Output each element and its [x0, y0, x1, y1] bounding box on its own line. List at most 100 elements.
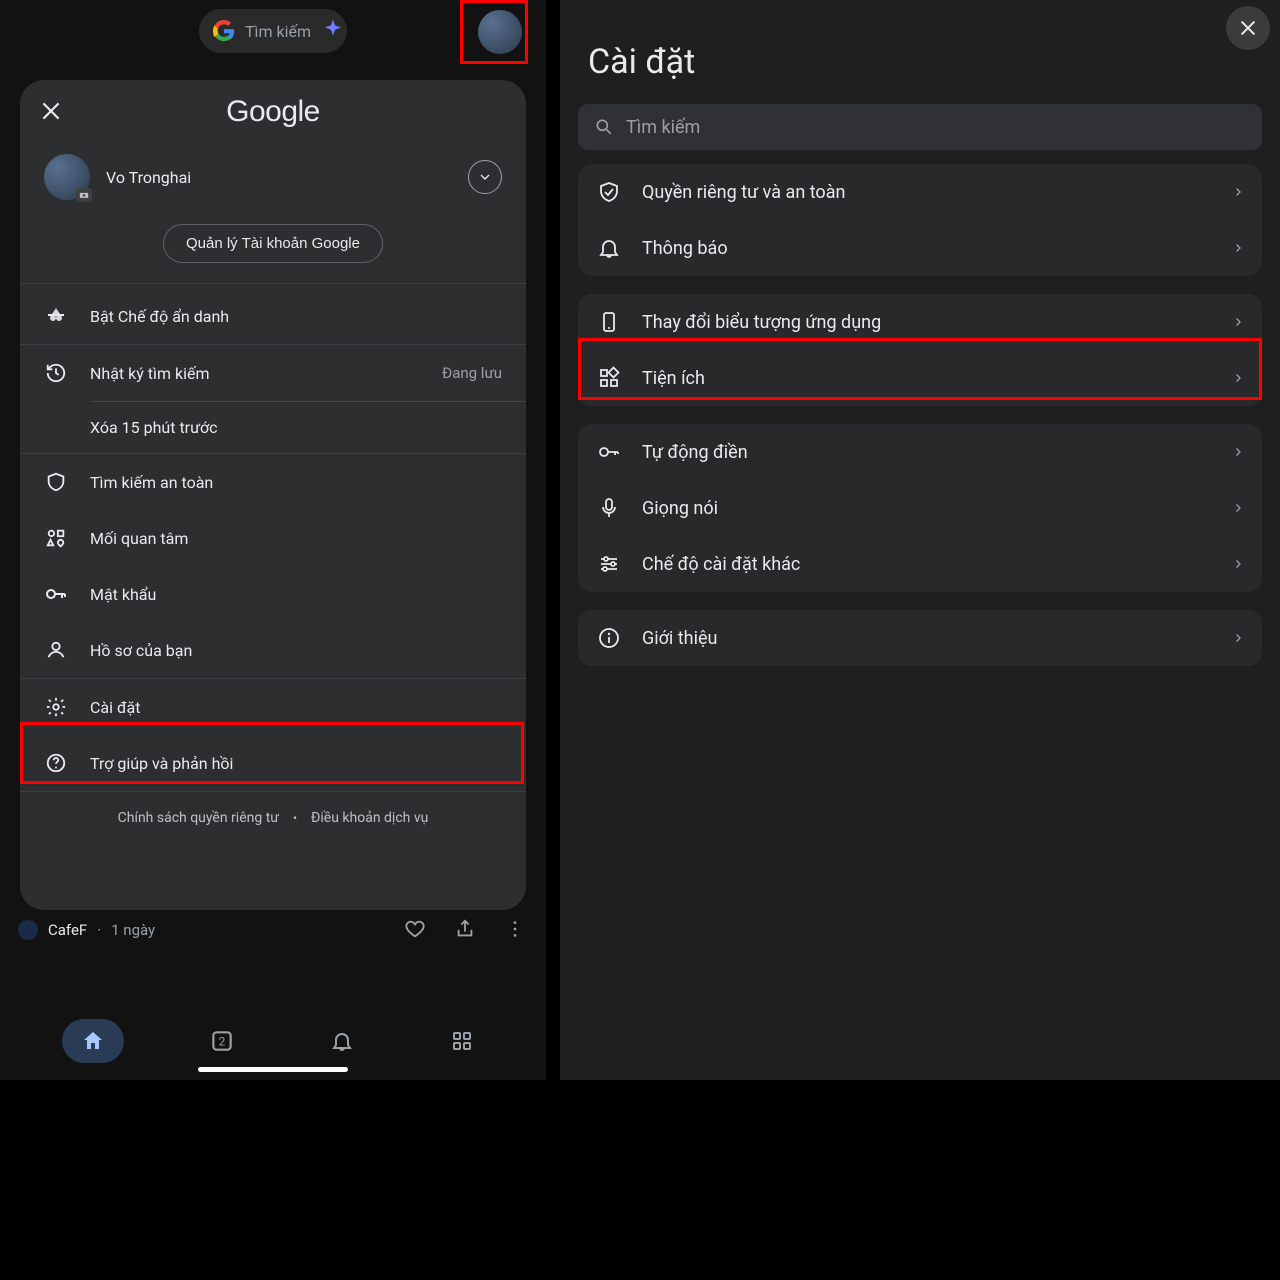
- menu-history-status: Đang lưu: [442, 364, 502, 382]
- item-privacy[interactable]: Quyền riêng tư và an toàn: [578, 164, 1262, 220]
- item-about-label: Giới thiệu: [642, 628, 1212, 649]
- home-indicator: [198, 1067, 348, 1072]
- menu-safesearch-label: Tìm kiếm an toàn: [90, 473, 502, 492]
- sheet-menu: Bật Chế độ ẩn danh Nhật ký tìm kiếm Đang…: [20, 284, 526, 850]
- bell-icon: [596, 236, 622, 260]
- item-notifications[interactable]: Thông báo: [578, 220, 1262, 276]
- settings-search[interactable]: Tìm kiếm: [578, 104, 1262, 150]
- more-icon[interactable]: [504, 918, 526, 940]
- menu-history[interactable]: Nhật ký tìm kiếm Đang lưu: [20, 345, 526, 401]
- item-voice-label: Giọng nói: [642, 498, 1212, 519]
- menu-interests[interactable]: Mối quan tâm: [20, 510, 526, 566]
- feed-actions: [404, 918, 526, 940]
- item-widgets[interactable]: Tiện ích: [578, 350, 1262, 406]
- feed-source[interactable]: CafeF: [48, 921, 87, 939]
- account-avatar: [44, 154, 90, 200]
- nav-menu[interactable]: [440, 1019, 484, 1063]
- chevron-right-icon: [1232, 239, 1244, 257]
- nav-home[interactable]: [62, 1019, 124, 1063]
- chevron-right-icon: [1232, 183, 1244, 201]
- sheet-footer: Chính sách quyền riêng tư • Điều khoản d…: [20, 792, 526, 846]
- separator-dot: •: [293, 811, 297, 825]
- nav-tabs[interactable]: 2: [200, 1019, 244, 1063]
- item-app-icon[interactable]: Thay đổi biểu tượng ứng dụng: [578, 294, 1262, 350]
- settings-header: Cài đặt: [560, 0, 1280, 94]
- chevron-right-icon: [1232, 499, 1244, 517]
- help-icon: [44, 751, 68, 775]
- sheet-header: Google: [20, 80, 526, 144]
- menu-incognito-label: Bật Chế độ ẩn danh: [90, 307, 502, 326]
- menu-profile-label: Hồ sơ của bạn: [90, 641, 502, 660]
- item-voice[interactable]: Giọng nói: [578, 480, 1262, 536]
- menu-history-label: Nhật ký tìm kiếm: [90, 364, 420, 383]
- menu-settings-label: Cài đặt: [90, 698, 502, 717]
- left-screenshot: Tìm kiếm Google Vo Tronghai: [0, 0, 546, 1080]
- chevron-down-icon: [477, 169, 493, 185]
- menu-delete-15-label: Xóa 15 phút trước: [90, 418, 502, 437]
- close-icon[interactable]: [38, 98, 66, 126]
- search-icon: [594, 117, 614, 137]
- page-title: Cài đặt: [588, 42, 695, 82]
- key-icon: [44, 582, 68, 606]
- menu-incognito[interactable]: Bật Chế độ ẩn danh: [20, 288, 526, 344]
- chevron-right-icon: [1232, 443, 1244, 461]
- phone-icon: [596, 310, 622, 334]
- item-about[interactable]: Giới thiệu: [578, 610, 1262, 666]
- incognito-icon: [44, 304, 68, 328]
- settings-group-1: Quyền riêng tư và an toàn Thông báo: [578, 164, 1262, 276]
- sparkle-icon[interactable]: [318, 16, 348, 46]
- menu-interests-label: Mối quan tâm: [90, 529, 502, 548]
- tabs-icon: 2: [209, 1028, 235, 1054]
- shield-icon: [44, 470, 68, 494]
- menu-settings[interactable]: Cài đặt: [20, 679, 526, 735]
- account-avatar-top[interactable]: [478, 10, 522, 54]
- expand-account-button[interactable]: [468, 160, 502, 194]
- person-icon: [44, 638, 68, 662]
- item-notifications-label: Thông báo: [642, 238, 1212, 259]
- bell-icon: [330, 1029, 354, 1053]
- chevron-right-icon: [1232, 555, 1244, 573]
- gear-icon: [44, 695, 68, 719]
- manage-account-button[interactable]: Quản lý Tài khoản Google: [163, 224, 383, 263]
- feed-source-icon: [18, 920, 38, 940]
- info-icon: [596, 626, 622, 650]
- privacy-link[interactable]: Chính sách quyền riêng tư: [118, 810, 279, 826]
- history-icon: [44, 361, 68, 385]
- account-name: Vo Tronghai: [106, 168, 191, 187]
- menu-delete-15[interactable]: Xóa 15 phút trước: [20, 402, 526, 453]
- item-other-label: Chế độ cài đặt khác: [642, 554, 1212, 575]
- account-sheet: Google Vo Tronghai Quản lý Tài khoản Goo…: [20, 80, 526, 910]
- account-row[interactable]: Vo Tronghai: [20, 144, 526, 208]
- chevron-right-icon: [1232, 629, 1244, 647]
- widgets-icon: [596, 366, 622, 390]
- item-autofill[interactable]: Tự động điền: [578, 424, 1262, 480]
- grid-icon: [450, 1029, 474, 1053]
- feed-time: 1 ngày: [111, 921, 155, 939]
- terms-link[interactable]: Điều khoản dịch vụ: [311, 810, 428, 826]
- sliders-icon: [596, 552, 622, 576]
- top-bar: Tìm kiếm: [0, 0, 546, 62]
- nav-notifications[interactable]: [320, 1019, 364, 1063]
- menu-help[interactable]: Trợ giúp và phản hồi: [20, 735, 526, 791]
- share-icon[interactable]: [454, 918, 476, 940]
- google-wordmark: Google: [226, 95, 320, 129]
- settings-group-4: Giới thiệu: [578, 610, 1262, 666]
- menu-passwords[interactable]: Mật khẩu: [20, 566, 526, 622]
- home-icon: [81, 1029, 105, 1053]
- menu-passwords-label: Mật khẩu: [90, 585, 502, 604]
- interests-icon: [44, 526, 68, 550]
- menu-profile[interactable]: Hồ sơ của bạn: [20, 622, 526, 678]
- chevron-right-icon: [1232, 313, 1244, 331]
- menu-safesearch[interactable]: Tìm kiếm an toàn: [20, 454, 526, 510]
- item-other-settings[interactable]: Chế độ cài đặt khác: [578, 536, 1262, 592]
- svg-text:2: 2: [219, 1034, 226, 1048]
- shield-check-icon: [596, 180, 622, 204]
- mic-icon: [596, 496, 622, 520]
- item-autofill-label: Tự động điền: [642, 442, 1212, 463]
- google-g-icon: [213, 20, 235, 42]
- heart-icon[interactable]: [404, 918, 426, 940]
- settings-search-placeholder: Tìm kiếm: [626, 117, 700, 138]
- key-icon: [596, 440, 622, 464]
- settings-group-2: Thay đổi biểu tượng ứng dụng Tiện ích: [578, 294, 1262, 406]
- item-privacy-label: Quyền riêng tư và an toàn: [642, 182, 1212, 203]
